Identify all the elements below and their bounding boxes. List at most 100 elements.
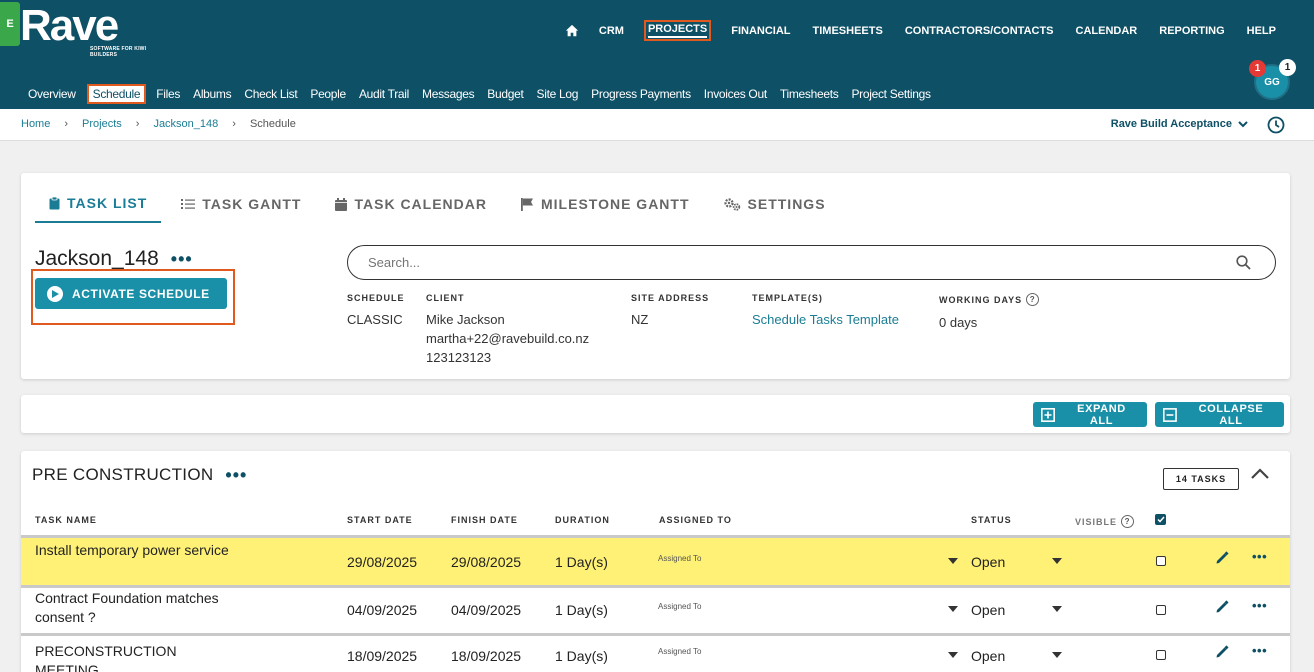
nav-help[interactable]: HELP (1245, 23, 1278, 39)
pencil-icon[interactable] (1215, 551, 1229, 565)
help-icon[interactable]: ? (1121, 515, 1135, 528)
tab-settings[interactable]: SETTINGS (710, 195, 840, 223)
finish-date[interactable]: 18/09/2025 (451, 648, 521, 664)
collapse-all-button[interactable]: COLLAPSE ALL (1155, 402, 1284, 427)
section-more-icon[interactable]: ••• (225, 466, 247, 484)
minus-square-icon (1163, 407, 1177, 422)
subnav-timesheets[interactable]: Timesheets (780, 85, 839, 103)
message-badge[interactable]: 1 (1279, 59, 1296, 76)
chevron-up-icon[interactable] (1250, 468, 1270, 480)
duration[interactable]: 1 Day(s) (555, 648, 608, 664)
table-row[interactable]: Contract Foundation matches consent ? 04… (21, 585, 1290, 633)
start-date[interactable]: 18/09/2025 (347, 648, 417, 664)
template-link[interactable]: Schedule Tasks Template (752, 310, 899, 329)
company-select[interactable]: Rave Build Acceptance (1111, 118, 1248, 130)
subnav-messages[interactable]: Messages (422, 85, 475, 103)
clock-icon[interactable] (1267, 116, 1285, 134)
start-date[interactable]: 04/09/2025 (347, 602, 417, 618)
subnav-check-list[interactable]: Check List (244, 85, 297, 103)
duration[interactable]: 1 Day(s) (555, 602, 608, 618)
project-more-icon[interactable]: ••• (171, 250, 193, 268)
nav-projects[interactable]: PROJECTS (643, 20, 712, 41)
help-icon[interactable]: ? (1026, 293, 1040, 306)
assigned-to-select[interactable]: Assigned To (658, 554, 701, 563)
caret-down-icon[interactable] (1052, 652, 1062, 658)
header-visible-label: VISIBLE (1075, 516, 1118, 527)
activate-schedule-button[interactable]: ACTIVATE SCHEDULE (35, 278, 227, 309)
breadcrumb-home[interactable]: Home (21, 118, 50, 130)
row-more-icon[interactable]: ••• (1252, 598, 1267, 613)
tab-milestone-gantt[interactable]: MILESTONE GANTT (507, 195, 704, 223)
task-name[interactable]: Contract Foundation matches consent ? (35, 589, 235, 627)
subnav-schedule[interactable]: Schedule (86, 84, 147, 104)
subnav-files[interactable]: Files (156, 85, 180, 103)
caret-down-icon[interactable] (1052, 558, 1062, 564)
subnav-albums[interactable]: Albums (193, 85, 232, 103)
duration[interactable]: 1 Day(s) (555, 554, 608, 570)
assigned-to-select[interactable]: Assigned To (658, 602, 701, 611)
assigned-to-select[interactable]: Assigned To (658, 647, 701, 656)
nav-crm[interactable]: CRM (597, 23, 626, 39)
search-icon[interactable] (1236, 255, 1251, 270)
visible-checkbox[interactable] (1156, 605, 1166, 615)
subnav-budget[interactable]: Budget (487, 85, 524, 103)
task-name[interactable]: PRECONSTRUCTION MEETING (35, 642, 235, 672)
logo[interactable]: Rave SOFTWARE FOR KIWI BUILDERS (20, 4, 146, 59)
nav-contractors-contacts[interactable]: CONTRACTORS/CONTACTS (903, 23, 1056, 39)
home-icon[interactable] (565, 24, 579, 38)
section-title-text: PRE CONSTRUCTION (32, 465, 214, 484)
table-row[interactable]: PRECONSTRUCTION MEETING 18/09/2025 18/09… (21, 633, 1290, 672)
task-name[interactable]: Install temporary power service (35, 541, 235, 560)
gears-icon (723, 197, 740, 211)
subnav-overview[interactable]: Overview (28, 85, 76, 103)
expand-all-button[interactable]: EXPAND ALL (1033, 402, 1147, 427)
calendar-icon (335, 197, 348, 211)
status-select[interactable]: Open (971, 648, 1005, 664)
side-tab[interactable]: E (0, 2, 20, 46)
subnav-progress-payments[interactable]: Progress Payments (591, 85, 691, 103)
start-date[interactable]: 29/08/2025 (347, 554, 417, 570)
activate-highlight: ACTIVATE SCHEDULE (31, 269, 235, 325)
row-more-icon[interactable]: ••• (1252, 549, 1267, 564)
schedule-value: CLASSIC (347, 312, 403, 327)
pencil-icon[interactable] (1215, 645, 1229, 659)
breadcrumb-projects[interactable]: Projects (82, 118, 122, 130)
caret-down-icon[interactable] (948, 606, 958, 612)
tab-task-calendar[interactable]: TASK CALENDAR (321, 195, 501, 223)
client-label: CLIENT (426, 293, 465, 303)
caret-down-icon[interactable] (948, 558, 958, 564)
notification-badge[interactable]: 1 (1249, 60, 1266, 77)
visible-checkbox[interactable] (1156, 650, 1166, 660)
play-icon (47, 285, 63, 302)
status-select[interactable]: Open (971, 602, 1005, 618)
subnav-site-log[interactable]: Site Log (537, 85, 579, 103)
subnav-invoices-out[interactable]: Invoices Out (704, 85, 767, 103)
main-nav: CRM PROJECTS FINANCIAL TIMESHEETS CONTRA… (565, 20, 1278, 41)
company-select-label: Rave Build Acceptance (1110, 118, 1232, 130)
finish-date[interactable]: 29/08/2025 (451, 554, 521, 570)
pencil-icon[interactable] (1215, 600, 1229, 614)
caret-down-icon[interactable] (948, 652, 958, 658)
subnav-audit-trail[interactable]: Audit Trail (359, 85, 409, 103)
tab-task-list[interactable]: TASK LIST (35, 195, 162, 223)
subnav-people[interactable]: People (310, 85, 346, 103)
breadcrumb-project[interactable]: Jackson_148 (153, 118, 218, 130)
nav-calendar[interactable]: CALENDAR (1074, 23, 1140, 39)
visible-checkbox[interactable] (1156, 556, 1166, 566)
site-address-value: NZ (631, 312, 649, 327)
row-more-icon[interactable]: ••• (1252, 643, 1267, 658)
tab-task-gantt[interactable]: TASK GANTT (167, 195, 315, 223)
nav-reporting[interactable]: REPORTING (1157, 23, 1226, 39)
status-select[interactable]: Open (971, 554, 1005, 570)
collapse-all-label: COLLAPSE ALL (1198, 402, 1264, 427)
task-section-card: PRE CONSTRUCTION ••• 14 TASKS TASK NAME … (21, 451, 1290, 672)
subnav-project-settings[interactable]: Project Settings (851, 85, 931, 103)
caret-down-icon[interactable] (1052, 606, 1062, 612)
nav-financial[interactable]: FINANCIAL (729, 23, 792, 39)
nav-timesheets[interactable]: TIMESHEETS (811, 23, 885, 39)
search-input[interactable] (368, 255, 1208, 270)
table-row[interactable]: Install temporary power service 29/08/20… (21, 535, 1290, 585)
finish-date[interactable]: 04/09/2025 (451, 602, 521, 618)
breadcrumb-bar: Home › Projects › Jackson_148 › Schedule… (0, 109, 1314, 141)
select-all-checkbox[interactable] (1155, 514, 1166, 525)
